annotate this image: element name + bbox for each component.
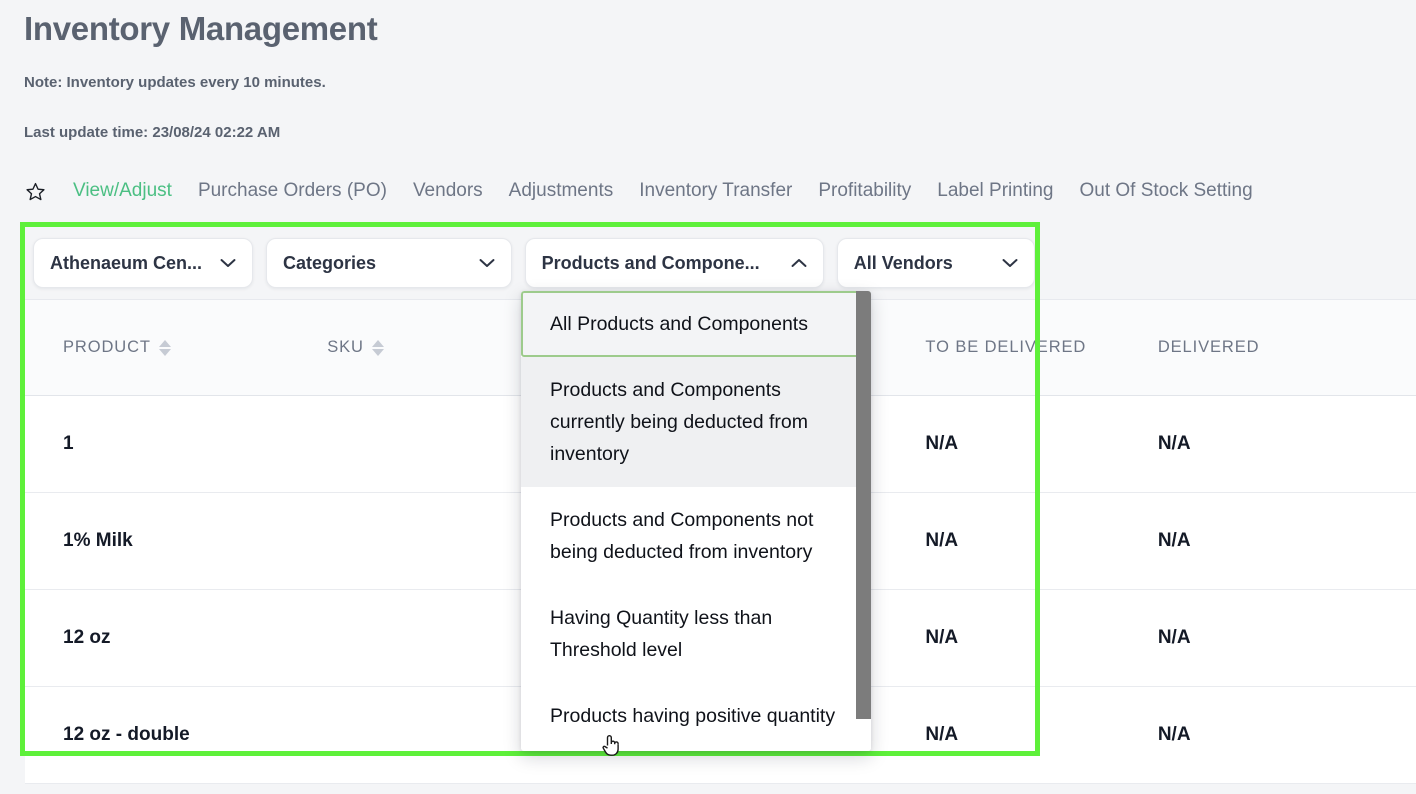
dropdown-option-positive-quantity[interactable]: Products having positive quantity <box>521 683 871 749</box>
cell-product: 12 oz - double <box>25 724 327 746</box>
cell-delivered: N/A <box>1158 530 1416 552</box>
vendors-select-value: All Vendors <box>854 253 953 274</box>
dropdown-option-below-threshold[interactable]: Having Quantity less than Threshold leve… <box>521 585 871 683</box>
column-label-delivered: DELIVERED <box>1158 338 1260 357</box>
inventory-management-page: Inventory Management Note: Inventory upd… <box>0 0 1416 794</box>
chevron-down-icon <box>1002 258 1018 268</box>
chevron-up-icon <box>791 258 807 268</box>
product-type-select-value: Products and Compone... <box>542 253 760 274</box>
tab-vendors[interactable]: Vendors <box>400 176 496 206</box>
location-select[interactable]: Athenaeum Cen... <box>33 238 253 288</box>
star-icon[interactable] <box>24 180 46 202</box>
tab-adjustments[interactable]: Adjustments <box>496 176 627 206</box>
cell-product: 1% Milk <box>25 530 327 552</box>
cell-to-be-delivered: N/A <box>925 433 1157 455</box>
tab-bar: View/Adjust Purchase Orders (PO) Vendors… <box>24 176 1266 206</box>
tab-profitability[interactable]: Profitability <box>805 176 924 206</box>
last-update-time: Last update time: 23/08/24 02:22 AM <box>24 124 280 141</box>
tab-out-of-stock-setting[interactable]: Out Of Stock Setting <box>1066 176 1265 206</box>
dropdown-option-list: All Products and Components Products and… <box>521 291 871 751</box>
column-label-to-be-delivered: TO BE DELIVERED <box>925 338 1086 357</box>
cell-product: 12 oz <box>25 627 327 649</box>
sort-icon[interactable] <box>372 340 384 356</box>
cell-to-be-delivered: N/A <box>925 530 1157 552</box>
cell-to-be-delivered: N/A <box>925 724 1157 746</box>
tab-purchase-orders[interactable]: Purchase Orders (PO) <box>185 176 400 206</box>
chevron-down-icon <box>479 258 495 268</box>
categories-select-value: Categories <box>283 253 376 274</box>
location-select-value: Athenaeum Cen... <box>50 253 202 274</box>
cell-product: 1 <box>25 433 327 455</box>
product-type-dropdown-menu: All Products and Components Products and… <box>521 291 871 751</box>
dropdown-option-not-deducted[interactable]: Products and Components not being deduct… <box>521 487 871 585</box>
dropdown-option-all-products[interactable]: All Products and Components <box>521 291 871 357</box>
chevron-down-icon <box>220 258 236 268</box>
column-header-product[interactable]: PRODUCT <box>25 338 327 357</box>
column-label-product: PRODUCT <box>63 338 151 357</box>
categories-select[interactable]: Categories <box>266 238 512 288</box>
inventory-note: Note: Inventory updates every 10 minutes… <box>24 74 326 91</box>
cell-to-be-delivered: N/A <box>925 627 1157 649</box>
dropdown-scrollbar-thumb[interactable] <box>856 291 871 719</box>
product-type-select[interactable]: Products and Compone... <box>525 238 824 288</box>
sort-icon[interactable] <box>159 340 171 356</box>
column-label-sku: SKU <box>327 338 364 357</box>
tab-label-printing[interactable]: Label Printing <box>924 176 1066 206</box>
cell-delivered: N/A <box>1158 724 1416 746</box>
column-header-delivered: DELIVERED <box>1158 338 1416 357</box>
dropdown-option-deducted[interactable]: Products and Components currently being … <box>521 357 871 487</box>
tab-inventory-transfer[interactable]: Inventory Transfer <box>626 176 805 206</box>
cell-delivered: N/A <box>1158 627 1416 649</box>
vendors-select[interactable]: All Vendors <box>837 238 1035 288</box>
column-header-to-be-delivered: TO BE DELIVERED <box>925 338 1157 357</box>
cell-delivered: N/A <box>1158 433 1416 455</box>
page-title: Inventory Management <box>24 10 377 48</box>
filter-bar: Athenaeum Cen... Categories Products and… <box>25 227 1035 299</box>
tab-view-adjust[interactable]: View/Adjust <box>60 176 185 206</box>
